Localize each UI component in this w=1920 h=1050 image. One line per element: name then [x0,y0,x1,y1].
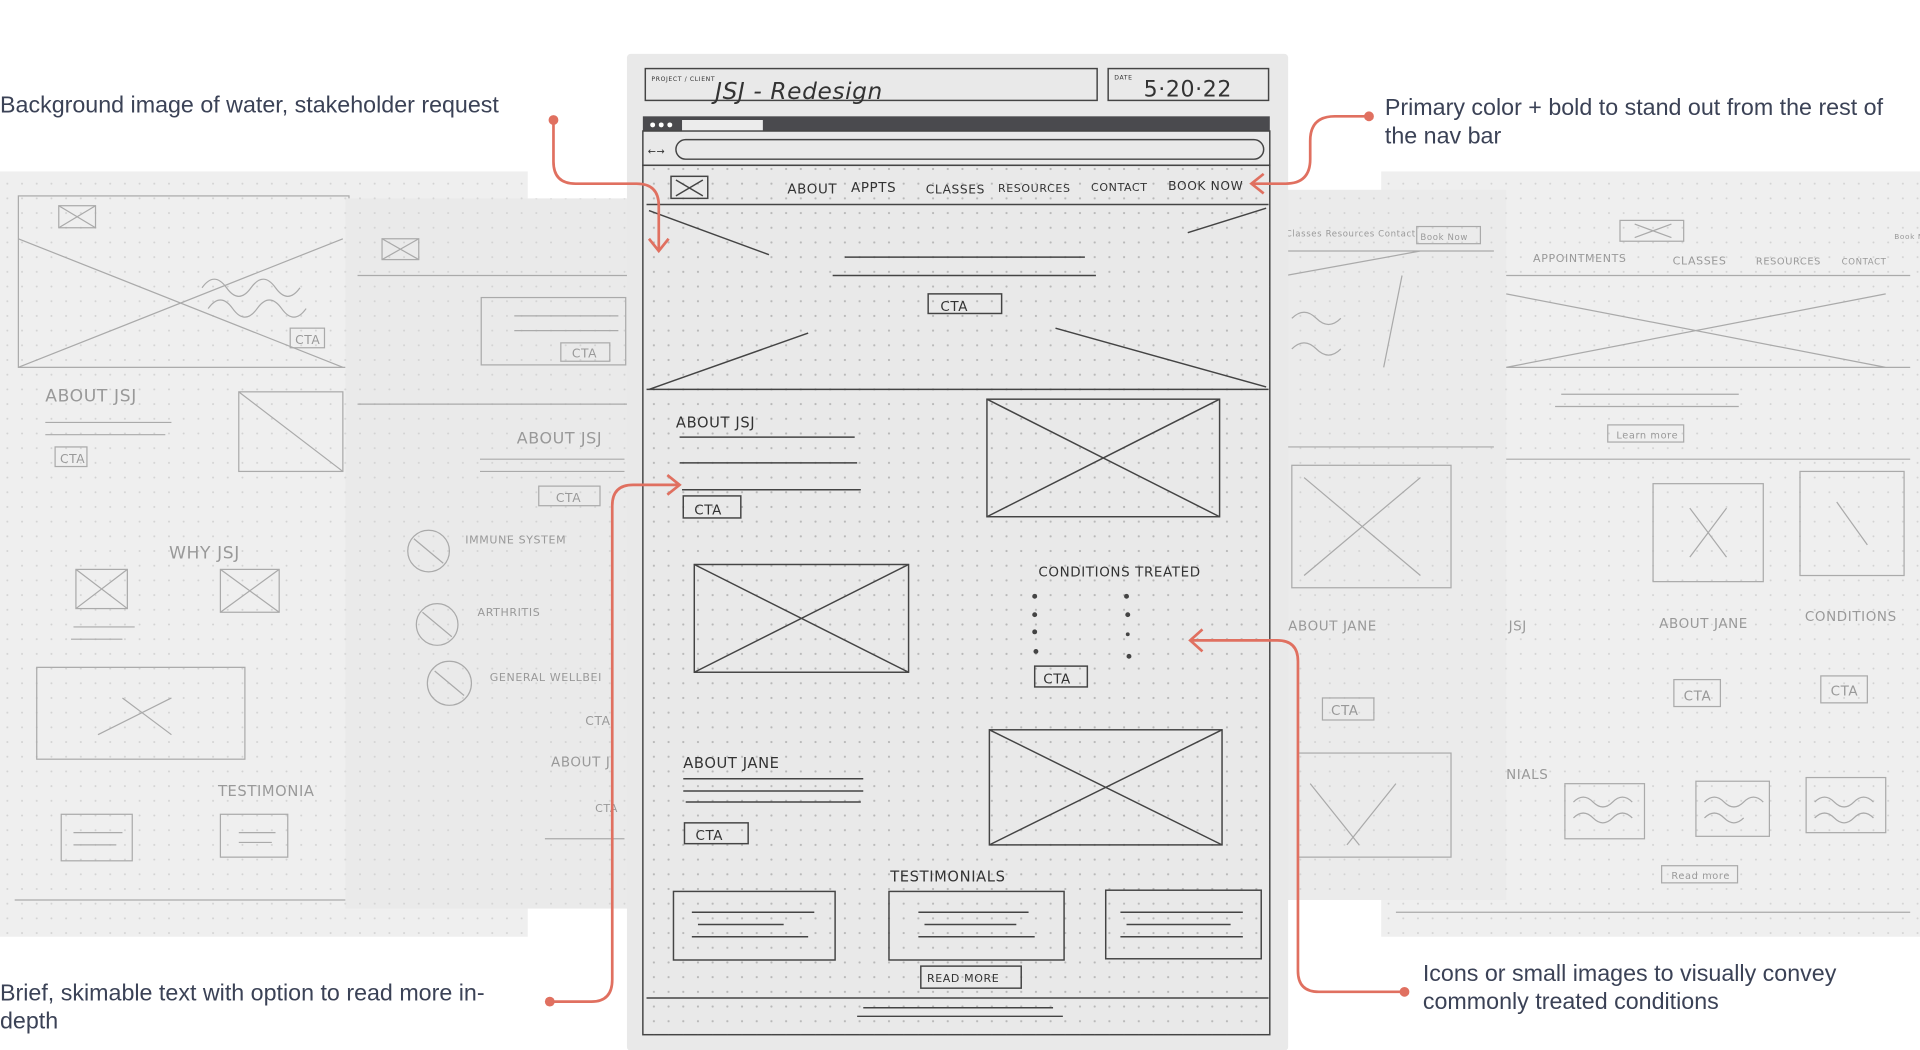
nav-items: Classes Resources Contact [1286,229,1416,239]
testimonials-title: TESTIMONIA [217,783,315,800]
condition-item: ARTHRITIS [478,606,541,619]
date-value: 5·20·22 [1144,78,1232,103]
connector-dot [1399,986,1410,997]
nav-about: ABOUT [787,182,837,197]
nav-item: CLASSES [1673,254,1727,267]
book-now: Book Now [1894,232,1920,241]
connector-dot [544,996,555,1007]
annotation-background: Background image of water, stakeholder r… [0,92,499,118]
cta-label: CTA [60,452,85,466]
project-label: PROJECT / CLIENT [651,76,715,83]
condition-item: GENERAL WELLBEI [490,671,602,684]
annotation-text-line2: depth [0,1008,58,1034]
cta-label: CTA [1684,689,1712,704]
jsj-label: JSJ [1508,620,1527,635]
conditions-title: CONDITIONS [1805,610,1897,625]
right-sketch-1: Classes Resources Contact Book Now ABOUT… [1279,189,1507,901]
annotation-icons-line1: Icons or small images to visually convey [1423,960,1837,986]
connector-dot [1364,111,1374,122]
nav-book-now: BOOK NOW [1168,179,1243,193]
about-title: ABOUT JSJ [676,414,755,431]
cta-label: CTA [1831,685,1859,700]
testimonials-title: TESTIMONIALS [889,869,1005,886]
why-title: WHY JSJ [169,543,240,563]
testimonials-title: NIALS [1506,768,1548,783]
nav-resources: RESOURCES [998,182,1071,195]
nav-item: CONTACT [1842,257,1887,267]
cta-label: CTA [595,802,618,815]
about-title: ABOUT JSJ [517,428,602,447]
project-name: JSJ - Redesign [711,78,883,105]
read-more-label: Read more [1671,871,1730,882]
cta-label: CTA [572,347,597,361]
about-jane-title: ABOUT JANE [1288,620,1377,635]
annotation-icons-line2: commonly treated conditions [1423,988,1719,1014]
annotation-nav-line2: the nav bar [1385,122,1502,148]
nav-appts: APPTS [851,181,896,196]
about-jane-title: ABOUT J [551,756,610,771]
connector-dot [548,115,559,125]
about-cta: CTA [694,503,722,518]
wireframe-composition: CTA ABOUT JSJ CTA WHY JSJ TESTIMONIA CTA… [0,53,1920,1050]
date-label: DATE [1114,75,1132,82]
cta-label: CTA [1331,704,1359,719]
left-sketch-2: CTA ABOUT JSJ CTA IMMUNE SYSTEM ARTHRITI… [345,198,630,909]
conditions-cta: CTA [1043,672,1071,687]
main-sketch: PROJECT / CLIENT JSJ - Redesign DATE 5·2… [626,53,1289,1050]
browser-nav-arrows: ←→ [648,146,666,157]
nav-classes: CLASSES [926,182,985,196]
about-jane-title: ABOUT JANE [1659,617,1748,632]
cta-label: CTA [295,333,320,347]
nav-item: APPOINTMENTS [1533,252,1626,265]
nav-contact: CONTACT [1091,181,1148,194]
about-jane-title: ABOUT JANE [683,755,779,772]
cta-label: CTA [585,714,610,728]
about-title: ABOUT JSJ [45,387,137,407]
nav-item: RESOURCES [1756,256,1821,267]
hero-cta: CTA [940,300,968,315]
book-now: Book Now [1420,233,1468,243]
learn-more-label: Learn more [1616,430,1678,441]
annotation-text-line1: Brief, skimable text with option to read… [0,979,485,1005]
conditions-title: CONDITIONS TREATED [1038,566,1200,581]
annotation-nav-line1: Primary color + bold to stand out from t… [1385,94,1884,120]
read-more-button: READ MORE [927,972,999,985]
cta-label: CTA [556,491,581,505]
condition-item: IMMUNE SYSTEM [465,534,566,547]
about-jane-cta: CTA [696,829,724,844]
